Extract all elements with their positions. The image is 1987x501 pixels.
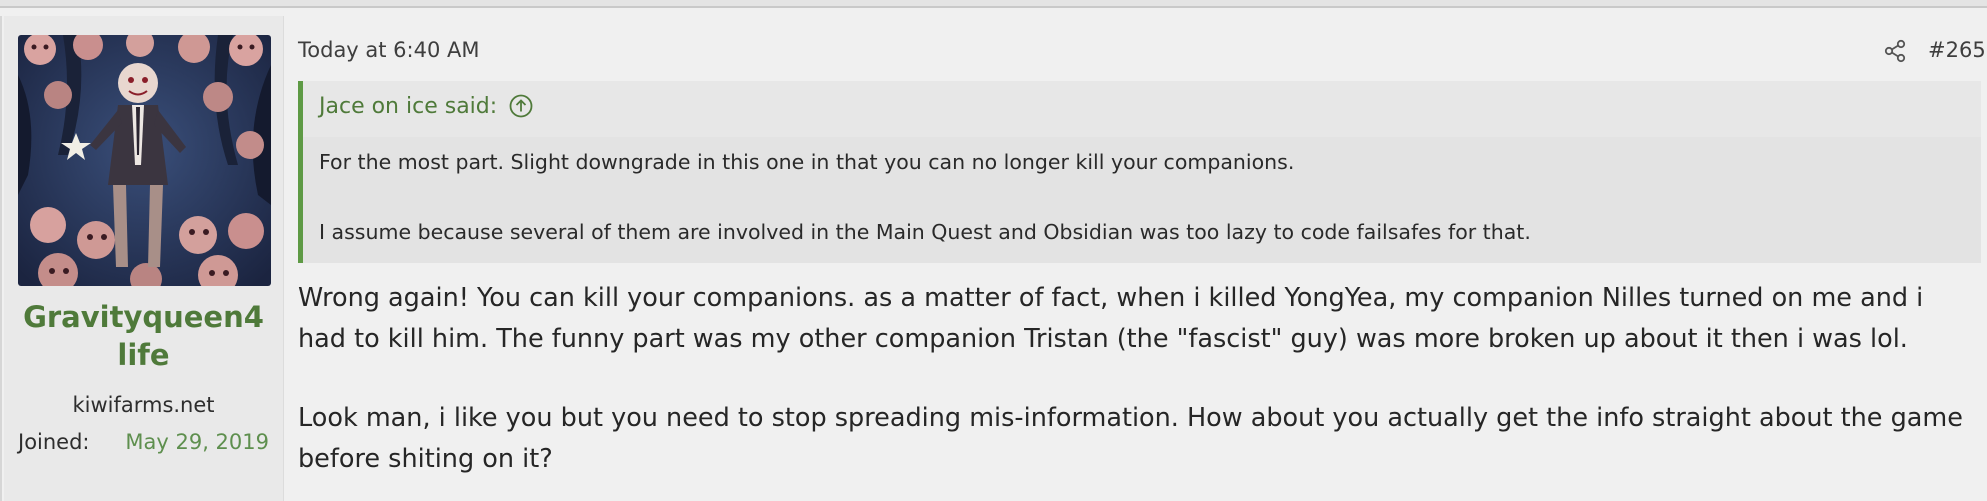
quote-block: Jace on ice said: For the most part. Sli… — [298, 81, 1981, 263]
arrow-up-circle-icon[interactable] — [508, 93, 534, 119]
quote-header: Jace on ice said: — [303, 81, 1981, 137]
share-icon[interactable] — [1882, 38, 1908, 64]
quote-content: For the most part. Slight downgrade in t… — [319, 149, 1959, 245]
post-number[interactable]: #265 — [1928, 38, 1986, 62]
joined-date: May 29, 2019 — [125, 430, 269, 454]
quote-author[interactable]: Jace on ice said: — [319, 94, 497, 119]
forum-post: Gravityqueen4life kiwifarms.net Joined: … — [0, 16, 1987, 501]
quote-paragraph: For the most part. Slight downgrade in t… — [319, 150, 1295, 174]
user-site: kiwifarms.net — [72, 393, 215, 417]
avatar[interactable] — [18, 35, 271, 286]
username[interactable]: Gravityqueen4life — [4, 298, 283, 374]
joined-label: Joined: — [18, 430, 90, 454]
top-border — [0, 0, 1987, 8]
post-paragraph: Look man, i like you but you need to sto… — [298, 403, 1963, 474]
post-body: Wrong again! You can kill your companion… — [298, 278, 1978, 480]
username-text[interactable]: Gravityqueen4life — [19, 298, 269, 374]
post-timestamp[interactable]: Today at 6:40 AM — [298, 38, 480, 62]
quote-paragraph: I assume because several of them are inv… — [319, 220, 1531, 244]
post-paragraph: Wrong again! You can kill your companion… — [298, 283, 1924, 354]
user-info-panel: Gravityqueen4life kiwifarms.net Joined: … — [4, 16, 284, 501]
avatar-image — [18, 35, 271, 286]
